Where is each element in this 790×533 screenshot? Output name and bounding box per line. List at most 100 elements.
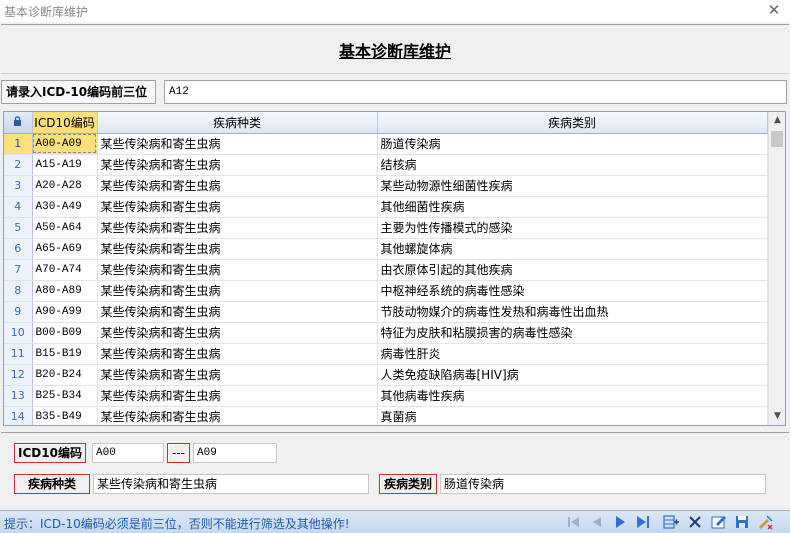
cell-disease-category[interactable]: 其他细菌性疾病 <box>377 196 768 218</box>
table-row[interactable]: 12 B20-B24 某些传染病和寄生虫病 人类免疫缺陷病毒[HIV]病 <box>4 364 768 386</box>
cell-disease-category[interactable]: 主要为性传播模式的感染 <box>377 217 768 239</box>
row-number: 1 <box>4 133 33 155</box>
cell-disease-category[interactable]: 人类免疫缺陷病毒[HIV]病 <box>377 364 768 386</box>
table-row[interactable]: 3 A20-A28 某些传染病和寄生虫病 某些动物源性细菌性疾病 <box>4 175 768 197</box>
row-number: 4 <box>4 196 33 218</box>
cell-disease-category[interactable]: 某些动物源性细菌性疾病 <box>377 175 768 197</box>
cell-icd10-code[interactable]: A70-A74 <box>32 259 98 281</box>
cell-icd10-code[interactable]: A90-A99 <box>32 301 98 323</box>
status-bar: 提示：ICD-10编码必须是前三位，否则不能进行筛选及其他操作! <box>0 510 790 533</box>
table-row[interactable]: 4 A30-A49 某些传染病和寄生虫病 其他细菌性疾病 <box>4 196 768 218</box>
column-header-disease-kind[interactable]: 疾病种类 <box>97 112 378 134</box>
cell-disease-category[interactable]: 节肢动物媒介的病毒性发热和病毒性出血热 <box>377 301 768 323</box>
code-to-field[interactable]: A09 <box>193 443 277 463</box>
cell-disease-category[interactable]: 肠道传染病 <box>377 133 768 155</box>
row-number: 6 <box>4 238 33 260</box>
column-header-disease-category[interactable]: 疾病类别 <box>377 112 768 134</box>
cell-disease-kind[interactable]: 某些传染病和寄生虫病 <box>97 217 378 239</box>
cell-disease-category[interactable]: 真菌病 <box>377 406 768 425</box>
cell-disease-category[interactable]: 其他病毒性疾病 <box>377 385 768 407</box>
cell-disease-kind[interactable]: 某些传染病和寄生虫病 <box>97 364 378 386</box>
cell-disease-kind[interactable]: 某些传染病和寄生虫病 <box>97 343 378 365</box>
window-title: 基本诊断库维护 <box>4 5 89 19</box>
table-row[interactable]: 11 B15-B19 某些传染病和寄生虫病 病毒性肝炎 <box>4 343 768 365</box>
save-icon[interactable] <box>733 513 751 531</box>
disease-category-label: 疾病类别 <box>379 474 437 494</box>
grid-header-row: ICD10编码 疾病种类 疾病类别 <box>4 112 768 134</box>
table-row[interactable]: 10 B00-B09 某些传染病和寄生虫病 特征为皮肤和粘膜损害的病毒性感染 <box>4 322 768 344</box>
row-number: 14 <box>4 406 33 425</box>
cell-icd10-code[interactable]: B25-B34 <box>32 385 98 407</box>
first-record-icon[interactable] <box>565 513 583 531</box>
cell-disease-kind[interactable]: 某些传染病和寄生虫病 <box>97 259 378 281</box>
title-bar: 基本诊断库维护 ✕ <box>0 0 790 22</box>
cell-icd10-code[interactable]: A80-A89 <box>32 280 98 302</box>
cell-disease-category[interactable]: 结核病 <box>377 154 768 176</box>
cell-disease-kind[interactable]: 某些传染病和寄生虫病 <box>97 133 378 155</box>
insert-record-icon[interactable] <box>662 513 680 531</box>
cell-disease-kind[interactable]: 某些传染病和寄生虫病 <box>97 385 378 407</box>
disease-kind-field[interactable]: 某些传染病和寄生虫病 <box>93 474 369 494</box>
cell-icd10-code[interactable]: B00-B09 <box>32 322 98 344</box>
disease-kind-label: 疾病种类 <box>14 474 90 494</box>
cell-disease-kind[interactable]: 某些传染病和寄生虫病 <box>97 154 378 176</box>
delete-record-icon[interactable] <box>686 513 704 531</box>
cell-disease-category[interactable]: 特征为皮肤和粘膜损害的病毒性感染 <box>377 322 768 344</box>
scroll-down-icon[interactable]: ▼ <box>769 408 785 425</box>
cell-disease-category[interactable]: 其他螺旋体病 <box>377 238 768 260</box>
cell-icd10-code[interactable]: B35-B49 <box>32 406 98 425</box>
cell-disease-kind[interactable]: 某些传染病和寄生虫病 <box>97 175 378 197</box>
table-row[interactable]: 2 A15-A19 某些传染病和寄生虫病 结核病 <box>4 154 768 176</box>
cell-icd10-code[interactable]: B20-B24 <box>32 364 98 386</box>
lock-icon[interactable] <box>4 112 33 134</box>
search-row: 请录入ICD-10编码前三位 <box>1 80 789 105</box>
table-row[interactable]: 13 B25-B34 某些传染病和寄生虫病 其他病毒性疾病 <box>4 385 768 407</box>
table-row[interactable]: 9 A90-A99 某些传染病和寄生虫病 节肢动物媒介的病毒性发热和病毒性出血热 <box>4 301 768 323</box>
cell-disease-kind[interactable]: 某些传染病和寄生虫病 <box>97 322 378 344</box>
next-record-icon[interactable] <box>611 513 629 531</box>
cell-icd10-code[interactable]: A30-A49 <box>32 196 98 218</box>
cell-icd10-code[interactable]: A15-A19 <box>32 154 98 176</box>
cell-disease-category[interactable]: 中枢神经系统的病毒性感染 <box>377 280 768 302</box>
table-row[interactable]: 1 A00-A09 某些传染病和寄生虫病 肠道传染病 <box>4 133 768 155</box>
scroll-up-icon[interactable]: ▲ <box>769 112 785 129</box>
disease-category-field[interactable]: 肠道传染病 <box>440 474 766 494</box>
row-number: 8 <box>4 280 33 302</box>
scrollbar-thumb[interactable] <box>771 131 783 147</box>
code-from-field[interactable]: A00 <box>92 443 164 463</box>
cell-icd10-code[interactable]: A00-A09 <box>32 133 98 155</box>
prev-record-icon[interactable] <box>588 513 606 531</box>
grid-table: ICD10编码 疾病种类 疾病类别 1 A00-A09 某些传染病和寄生虫病 肠道传染… <box>4 112 768 425</box>
table-row[interactable]: 8 A80-A89 某些传染病和寄生虫病 中枢神经系统的病毒性感染 <box>4 280 768 302</box>
cell-disease-kind[interactable]: 某些传染病和寄生虫病 <box>97 280 378 302</box>
cell-icd10-code[interactable]: A50-A64 <box>32 217 98 239</box>
column-header-icd10-code[interactable]: ICD10编码 <box>32 112 98 134</box>
table-row[interactable]: 14 B35-B49 某些传染病和寄生虫病 真菌病 <box>4 406 768 425</box>
status-tip: 提示：ICD-10编码必须是前三位，否则不能进行筛选及其他操作! <box>4 517 350 531</box>
search-label: 请录入ICD-10编码前三位 <box>1 80 156 104</box>
cell-disease-kind[interactable]: 某些传染病和寄生虫病 <box>97 301 378 323</box>
edit-record-icon[interactable] <box>710 513 728 531</box>
cell-disease-kind[interactable]: 某些传染病和寄生虫病 <box>97 406 378 425</box>
row-number: 11 <box>4 343 33 365</box>
cell-disease-category[interactable]: 由衣原体引起的其他疾病 <box>377 259 768 281</box>
cell-icd10-code[interactable]: A65-A69 <box>32 238 98 260</box>
table-row[interactable]: 6 A65-A69 某些传染病和寄生虫病 其他螺旋体病 <box>4 238 768 260</box>
row-number: 5 <box>4 217 33 239</box>
cell-disease-category[interactable]: 病毒性肝炎 <box>377 343 768 365</box>
cell-icd10-code[interactable]: B15-B19 <box>32 343 98 365</box>
cancel-edit-icon[interactable] <box>756 513 774 531</box>
row-number: 2 <box>4 154 33 176</box>
table-row[interactable]: 5 A50-A64 某些传染病和寄生虫病 主要为性传播模式的感染 <box>4 217 768 239</box>
last-record-icon[interactable] <box>634 513 652 531</box>
close-icon[interactable]: ✕ <box>766 1 782 19</box>
grid-body: 1 A00-A09 某些传染病和寄生虫病 肠道传染病 2 A15-A19 某些传染病和寄生虫… <box>4 133 768 425</box>
vertical-scrollbar[interactable]: ▲ ▼ <box>768 112 785 425</box>
cell-disease-kind[interactable]: 某些传染病和寄生虫病 <box>97 196 378 218</box>
table-row[interactable]: 7 A70-A74 某些传染病和寄生虫病 由衣原体引起的其他疾病 <box>4 259 768 281</box>
cell-disease-kind[interactable]: 某些传染病和寄生虫病 <box>97 238 378 260</box>
row-number: 3 <box>4 175 33 197</box>
search-input[interactable] <box>164 80 787 104</box>
diagnosis-grid[interactable]: ICD10编码 疾病种类 疾病类别 1 A00-A09 某些传染病和寄生虫病 肠道传染… <box>3 111 786 426</box>
cell-icd10-code[interactable]: A20-A28 <box>32 175 98 197</box>
